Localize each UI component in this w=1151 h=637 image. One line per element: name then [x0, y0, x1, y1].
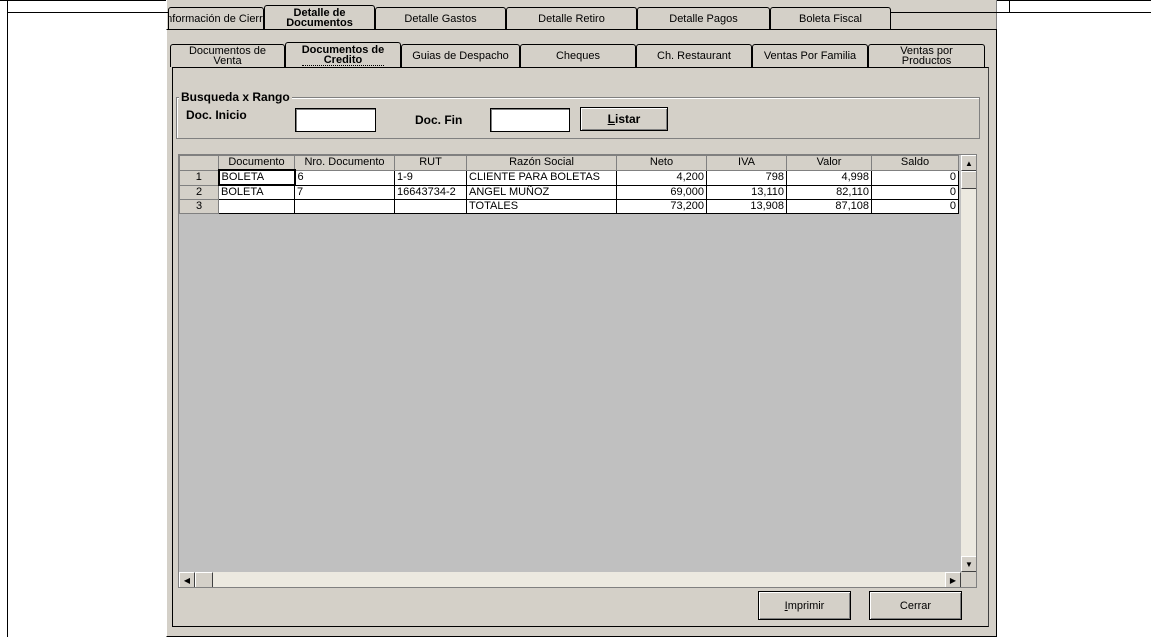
- doc-fin-input[interactable]: [490, 108, 570, 132]
- horizontal-scrollbar[interactable]: ◀ ▶: [179, 572, 961, 587]
- tab-ventas-por-productos[interactable]: Ventas por Productos: [868, 44, 985, 67]
- grid-header-row: Documento Nro. Documento RUT Razón Socia…: [179, 155, 959, 171]
- tab-label: Detalle Gastos: [404, 12, 477, 25]
- imprimir-label: mprimir: [787, 599, 825, 612]
- cell-rut[interactable]: 16643734-2: [394, 184, 467, 200]
- tab-documentos-credito[interactable]: Documentos de Credito: [285, 42, 401, 67]
- cell-razon-social[interactable]: TOTALES: [466, 199, 617, 214]
- row-number[interactable]: 3: [179, 199, 219, 214]
- tab-label: Información de Cierre: [168, 12, 264, 25]
- header-neto[interactable]: Neto: [616, 155, 707, 171]
- search-group-title: Busqueda x Rango: [179, 90, 292, 104]
- tab-label-line1: Detalle de: [293, 6, 346, 19]
- tab-informacion-cierre[interactable]: Información de Cierre: [168, 7, 264, 29]
- cell-razon-social[interactable]: CLIENTE PARA BOLETAS: [466, 169, 617, 186]
- tab-label: Boleta Fiscal: [799, 12, 862, 25]
- cell-razon-social[interactable]: ANGEL MUÑOZ: [466, 184, 617, 200]
- tab-label: Guias de Despacho: [412, 50, 509, 62]
- doc-inicio-label: Doc. Inicio: [186, 108, 247, 122]
- cell-neto[interactable]: 69,000: [616, 184, 707, 200]
- table-row[interactable]: 3 TOTALES 73,200 13,908 87,108 0: [179, 199, 959, 214]
- header-rut[interactable]: RUT: [394, 155, 467, 171]
- tab-label: Cheques: [555, 50, 601, 62]
- tab-documentos-venta[interactable]: Documentos de Venta: [170, 44, 285, 67]
- tab-label: Ventas Por Familia: [763, 50, 857, 62]
- cell-rut[interactable]: [394, 199, 467, 214]
- cell-saldo[interactable]: 0: [871, 199, 959, 214]
- cell-valor[interactable]: 87,108: [786, 199, 872, 214]
- imprimir-button[interactable]: Imprimir: [758, 591, 851, 620]
- tab-cheques[interactable]: Cheques: [520, 44, 636, 67]
- header-valor[interactable]: Valor: [786, 155, 872, 171]
- top-tab-strip: Información de Cierre Detalle de Documen…: [168, 5, 891, 29]
- frame-border-right: [1009, 0, 1010, 13]
- tab-detalle-pagos[interactable]: Detalle Pagos: [637, 7, 770, 29]
- row-number[interactable]: 2: [179, 184, 219, 200]
- scroll-right-icon[interactable]: ▶: [945, 572, 961, 587]
- cerrar-button[interactable]: Cerrar: [869, 591, 962, 620]
- cell-valor[interactable]: 4,998: [786, 169, 872, 186]
- tab-label-line1: Documentos de: [301, 43, 385, 56]
- header-iva[interactable]: IVA: [706, 155, 787, 171]
- header-razon-social[interactable]: Razón Social: [466, 155, 617, 171]
- header-documento[interactable]: Documento: [218, 155, 295, 171]
- table-row[interactable]: 1 BOLETA 6 1-9 CLIENTE PARA BOLETAS 4,20…: [179, 169, 959, 186]
- doc-inicio-input[interactable]: [295, 108, 376, 132]
- tab-detalle-documentos[interactable]: Detalle de Documentos: [264, 5, 375, 29]
- table-row[interactable]: 2 BOLETA 7 16643734-2 ANGEL MUÑOZ 69,000…: [179, 184, 959, 200]
- listar-label: istar: [614, 112, 641, 126]
- tab-label: Detalle Pagos: [669, 12, 738, 25]
- horizontal-scroll-thumb[interactable]: [195, 572, 213, 587]
- cell-nro-documento[interactable]: 6: [294, 169, 395, 186]
- cell-iva[interactable]: 798: [706, 169, 787, 186]
- cell-nro-documento[interactable]: [294, 199, 395, 214]
- tab-label-line2: Productos: [901, 55, 952, 67]
- tab-detalle-gastos[interactable]: Detalle Gastos: [375, 7, 506, 29]
- vertical-scroll-thumb[interactable]: [961, 171, 976, 189]
- cell-saldo[interactable]: 0: [871, 169, 959, 186]
- cell-rut[interactable]: 1-9: [394, 169, 467, 186]
- tab-label-line2: Venta: [213, 55, 242, 67]
- cell-saldo[interactable]: 0: [871, 184, 959, 200]
- tab-detalle-retiro[interactable]: Detalle Retiro: [506, 7, 637, 29]
- documents-table: Documento Nro. Documento RUT Razón Socia…: [179, 155, 959, 214]
- documents-grid[interactable]: Documento Nro. Documento RUT Razón Socia…: [178, 154, 977, 588]
- tab-ch-restaurant[interactable]: Ch. Restaurant: [636, 44, 752, 67]
- tab-label: Ch. Restaurant: [657, 50, 731, 62]
- tab-guias-despacho[interactable]: Guias de Despacho: [401, 44, 520, 67]
- cell-valor[interactable]: 82,110: [786, 184, 872, 200]
- cell-neto[interactable]: 4,200: [616, 169, 707, 186]
- scroll-down-icon[interactable]: ▼: [961, 556, 976, 572]
- cell-neto[interactable]: 73,200: [616, 199, 707, 214]
- vertical-scrollbar[interactable]: ▲ ▼: [961, 155, 976, 572]
- tab-label: Detalle Retiro: [538, 12, 605, 25]
- cell-iva[interactable]: 13,908: [706, 199, 787, 214]
- tab-label-line2: Credito: [323, 53, 363, 66]
- header-nro-documento[interactable]: Nro. Documento: [294, 155, 395, 171]
- scroll-corner: [961, 572, 976, 587]
- scroll-up-icon[interactable]: ▲: [961, 155, 976, 171]
- doc-fin-label: Doc. Fin: [415, 113, 463, 127]
- cell-documento[interactable]: BOLETA: [218, 184, 295, 200]
- cell-iva[interactable]: 13,110: [706, 184, 787, 200]
- cerrar-label: Cerrar: [899, 599, 932, 612]
- frame-border-left: [7, 0, 8, 637]
- tab-boleta-fiscal[interactable]: Boleta Fiscal: [770, 7, 891, 29]
- tab-ventas-por-familia[interactable]: Ventas Por Familia: [752, 44, 868, 67]
- listar-accel: L: [607, 112, 615, 126]
- row-number[interactable]: 1: [179, 169, 219, 186]
- sub-tab-strip: Documentos de Venta Documentos de Credit…: [170, 42, 985, 68]
- tab-label-line2: Documentos: [286, 16, 353, 29]
- cell-documento[interactable]: BOLETA: [217, 169, 296, 186]
- cell-nro-documento[interactable]: 7: [294, 184, 395, 200]
- listar-button[interactable]: Listar: [580, 107, 668, 131]
- scroll-left-icon[interactable]: ◀: [179, 572, 195, 587]
- header-saldo[interactable]: Saldo: [871, 155, 959, 171]
- cell-documento[interactable]: [218, 199, 295, 214]
- header-corner: [179, 155, 219, 171]
